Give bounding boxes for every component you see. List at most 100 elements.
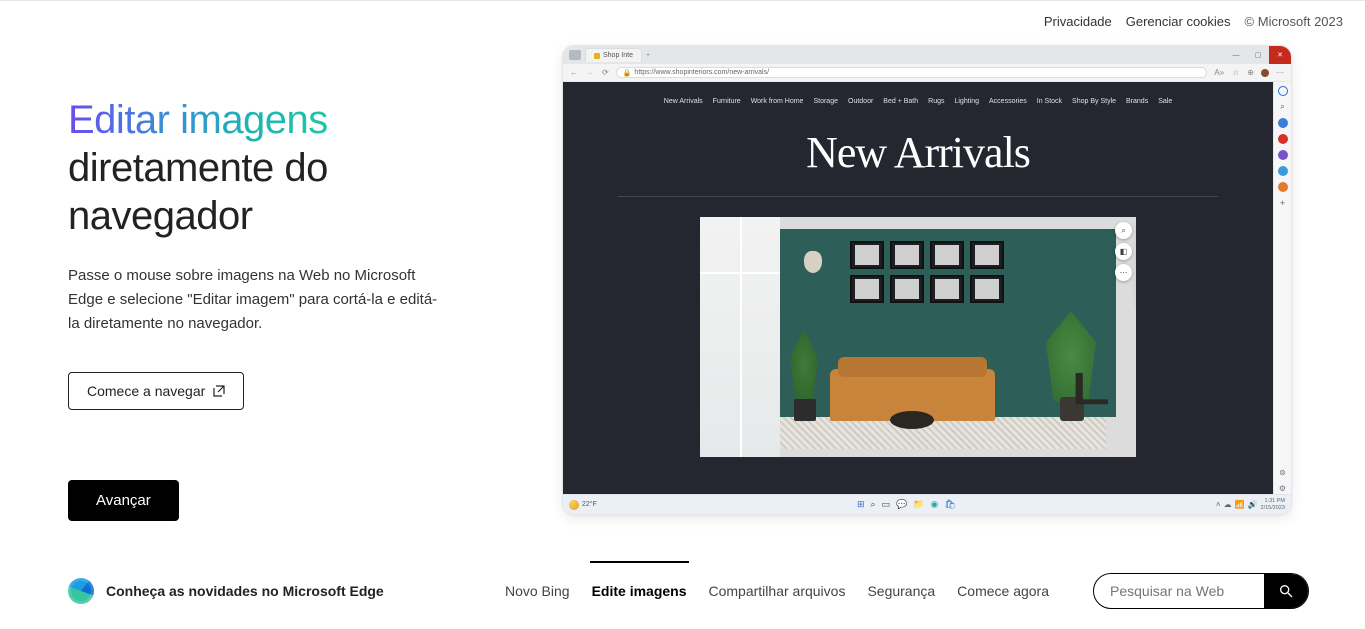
page-heading: New Arrivals <box>806 127 1030 178</box>
clock[interactable]: 1:31 PM 2/15/2023 <box>1261 498 1285 510</box>
weather-widget[interactable]: 22°F <box>569 500 597 510</box>
nav-item[interactable]: New Arrivals <box>664 98 703 105</box>
browser-mock: Shop Inte + — ▢ ✕ ← → ⟳ 🔒 https://www.sh… <box>562 45 1292 515</box>
edge-logo-icon <box>68 578 94 604</box>
task-search-icon[interactable]: ⌕ <box>871 499 876 510</box>
outlook-icon[interactable] <box>1278 166 1288 176</box>
search-input[interactable] <box>1094 583 1264 599</box>
nav-compartilhar[interactable]: Compartilhar arquivos <box>709 577 846 605</box>
nav-novo-bing[interactable]: Novo Bing <box>505 577 570 605</box>
webpage-content: New Arrivals Furniture Work from Home St… <box>563 82 1273 494</box>
url-text: https://www.shopinteriors.com/new-arriva… <box>634 69 769 76</box>
nav-comece-agora[interactable]: Comece agora <box>957 577 1049 605</box>
edge-sidebar: ⌕ + ⊚ ⚙ <box>1273 82 1291 494</box>
nav-item[interactable]: Lighting <box>954 98 979 105</box>
bing-icon[interactable] <box>1278 86 1288 96</box>
nav-item[interactable]: Shop By Style <box>1072 98 1116 105</box>
read-aloud-icon[interactable]: A» <box>1213 68 1225 77</box>
weather-temp: 22°F <box>582 501 597 508</box>
tab-strip-icon <box>569 50 581 60</box>
tools-icon[interactable] <box>1278 134 1288 144</box>
edge-taskbar-icon[interactable]: ◉ <box>931 499 939 510</box>
lock-icon: 🔒 <box>623 69 632 77</box>
tab-title: Shop Inte <box>603 52 633 59</box>
office-icon[interactable] <box>1278 182 1288 192</box>
footer-nav: Novo Bing Edite imagens Compartilhar arq… <box>505 573 1309 609</box>
search-icon[interactable]: ⌕ <box>1278 102 1288 112</box>
wifi-icon[interactable]: 📶 <box>1235 500 1245 509</box>
volume-icon[interactable]: 🔊 <box>1248 500 1258 509</box>
maximize-icon[interactable]: ▢ <box>1247 51 1269 59</box>
nav-edite-imagens[interactable]: Edite imagens <box>592 577 687 605</box>
nav-item[interactable]: Rugs <box>928 98 944 105</box>
privacy-link[interactable]: Privacidade <box>1044 14 1112 29</box>
start-browsing-button[interactable]: Comece a navegar <box>68 372 244 410</box>
nav-item[interactable]: Accessories <box>989 98 1027 105</box>
address-bar: ← → ⟳ 🔒 https://www.shopinteriors.com/ne… <box>563 64 1291 82</box>
favicon-icon <box>594 53 600 59</box>
nav-item[interactable]: Storage <box>813 98 838 105</box>
chevron-up-icon[interactable]: ˄ <box>1216 500 1221 509</box>
nav-item[interactable]: Bed + Bath <box>883 98 918 105</box>
star-icon[interactable]: ☆ <box>1231 68 1240 77</box>
image-hover-tools: ⌕ ◧ ⋯ <box>1115 222 1132 281</box>
footer-tagline: Conheça as novidades no Microsoft Edge <box>106 583 384 599</box>
weather-icon <box>569 500 579 510</box>
next-button[interactable]: Avançar <box>68 480 179 521</box>
smart-actions-icon[interactable]: ◧ <box>1115 243 1132 260</box>
url-field[interactable]: 🔒 https://www.shopinteriors.com/new-arri… <box>616 67 1208 78</box>
taskview-icon[interactable]: ▭ <box>882 499 891 510</box>
sidebar-settings-icon[interactable]: ⚙ <box>1278 484 1288 494</box>
explorer-icon[interactable]: 📁 <box>913 499 924 510</box>
forward-icon[interactable]: → <box>585 68 595 77</box>
hero-title-accent: Editar imagens <box>68 98 328 142</box>
top-legal-links: Privacidade Gerenciar cookies © Microsof… <box>1044 14 1343 29</box>
window-titlebar: Shop Inte + — ▢ ✕ <box>563 46 1291 64</box>
nav-item[interactable]: Brands <box>1126 98 1148 105</box>
collections-icon[interactable]: ⊕ <box>1246 68 1255 77</box>
nav-seguranca[interactable]: Segurança <box>867 577 935 605</box>
footer-search <box>1093 573 1309 609</box>
browser-tab[interactable]: Shop Inte <box>585 48 642 62</box>
external-link-icon <box>213 385 225 397</box>
shopping-icon[interactable] <box>1278 118 1288 128</box>
image-more-icon[interactable]: ⋯ <box>1115 264 1132 281</box>
footer-bar: Conheça as novidades no Microsoft Edge N… <box>68 573 1309 609</box>
start-icon[interactable]: ⊞ <box>857 499 865 510</box>
copyright-text: © Microsoft 2023 <box>1245 14 1343 29</box>
chat-icon[interactable]: 💬 <box>896 499 907 510</box>
performance-icon[interactable]: ⊚ <box>1278 468 1288 478</box>
system-tray[interactable]: ˄ ☁ 📶 🔊 1:31 PM 2/15/2023 <box>1216 498 1285 510</box>
taskbar-center: ⊞ ⌕ ▭ 💬 📁 ◉ 🛍 <box>603 499 1210 510</box>
add-sidebar-icon[interactable]: + <box>1278 198 1288 208</box>
hero-title: Editar imagens diretamente do navegador <box>68 96 488 240</box>
nav-item[interactable]: Outdoor <box>848 98 873 105</box>
product-image[interactable]: ⌕ ◧ ⋯ ✎Edit image ⊘Hide menu for this si… <box>700 217 1136 457</box>
hero-title-line2: navegador <box>68 194 253 238</box>
nav-item[interactable]: Work from Home <box>751 98 804 105</box>
nav-item[interactable]: In Stock <box>1037 98 1062 105</box>
visual-search-icon[interactable]: ⌕ <box>1115 222 1132 239</box>
minimize-icon[interactable]: — <box>1225 52 1247 59</box>
close-icon[interactable]: ✕ <box>1269 46 1291 64</box>
start-browsing-label: Comece a navegar <box>87 383 205 399</box>
divider <box>618 196 1218 197</box>
hero-section: Editar imagens diretamente do navegador … <box>68 96 488 521</box>
deer-decor <box>804 251 822 273</box>
manage-cookies-link[interactable]: Gerenciar cookies <box>1126 14 1231 29</box>
site-nav: New Arrivals Furniture Work from Home St… <box>664 98 1172 105</box>
back-icon[interactable]: ← <box>569 68 579 77</box>
windows-taskbar: 22°F ⊞ ⌕ ▭ 💬 📁 ◉ 🛍 ˄ ☁ 📶 🔊 1:31 PM 2/15/… <box>563 494 1291 514</box>
hero-body: Passe o mouse sobre imagens na Web no Mi… <box>68 264 438 336</box>
nav-item[interactable]: Furniture <box>713 98 741 105</box>
games-icon[interactable] <box>1278 150 1288 160</box>
new-tab-icon[interactable]: + <box>646 52 650 59</box>
more-icon[interactable]: ⋯ <box>1275 68 1285 77</box>
search-icon <box>1278 583 1294 599</box>
nav-item[interactable]: Sale <box>1158 98 1172 105</box>
onedrive-icon[interactable]: ☁ <box>1224 500 1232 509</box>
profile-avatar[interactable] <box>1261 69 1269 77</box>
search-button[interactable] <box>1264 574 1308 608</box>
store-icon[interactable]: 🛍 <box>944 499 955 510</box>
refresh-icon[interactable]: ⟳ <box>601 68 610 77</box>
